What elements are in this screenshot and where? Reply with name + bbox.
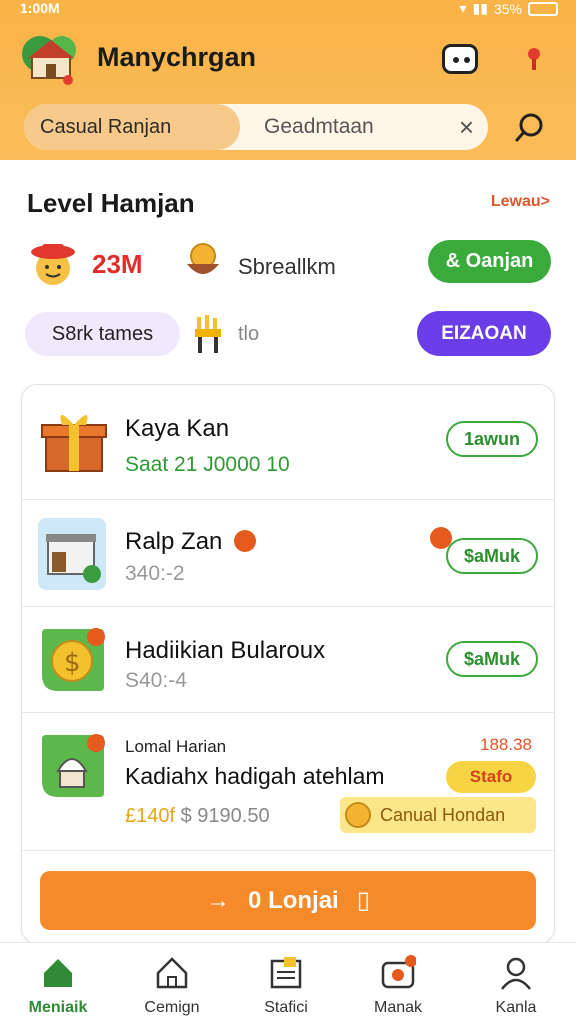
item-title: Kaya Kan	[125, 415, 230, 442]
nav-fourth[interactable]: Manak	[348, 943, 448, 1024]
cupcake-icon	[42, 734, 105, 797]
search-icon[interactable]	[512, 110, 548, 146]
nav-label: Stafici	[264, 999, 308, 1016]
stat-value: 23M	[92, 249, 143, 279]
home-icon	[44, 959, 72, 987]
status-button[interactable]: Stafo	[446, 761, 536, 793]
cta-label: 0 Lonjai	[248, 886, 339, 914]
list-item[interactable]: Lomal Harian 188.38 Kadiahx hadigah ateh…	[22, 713, 554, 851]
bottom-nav: Meniaik Cemign Stafici Manak Kanla	[0, 942, 576, 1024]
item-amount: 188.38	[480, 735, 532, 754]
svg-text:$: $	[64, 648, 81, 678]
promo-tag[interactable]: Canual Hondan	[340, 797, 536, 833]
coin-pot-icon	[187, 243, 219, 274]
see-all-link[interactable]: Lewau>	[491, 193, 550, 211]
buy-button[interactable]: $aMuk	[446, 538, 538, 574]
profile-icon	[501, 957, 531, 990]
app-header: 1:00M ▾ ▮▮ 35% Manychrgan Casual Ranjan …	[0, 0, 576, 160]
list-icon	[270, 957, 302, 989]
pin-icon[interactable]	[524, 44, 544, 74]
status-right: ▾ ▮▮ 35%	[460, 0, 558, 17]
nav-label: Cemign	[144, 999, 200, 1016]
shop-icon	[38, 518, 106, 590]
claim-button[interactable]: 1awun	[446, 421, 538, 457]
action-button[interactable]: EIZAOAN	[417, 311, 551, 356]
tab-second[interactable]: Geadmtaan	[242, 104, 442, 150]
section-title: Level Hamjan	[27, 188, 195, 218]
info-text: tlo	[238, 323, 260, 345]
status-time: 1:00M	[20, 0, 60, 16]
close-icon[interactable]: ×	[459, 112, 474, 143]
coin-pot-icon	[345, 802, 371, 828]
list-item[interactable]: Kaya Kan Saat 21 J0000 10 1awun	[22, 385, 554, 500]
nav-label: Manak	[373, 999, 423, 1016]
cta-suffix-icon: ▯	[356, 887, 370, 914]
chat-icon[interactable]	[442, 44, 478, 74]
nav-label: Meniaik	[28, 999, 88, 1016]
battery-label: 35%	[493, 0, 522, 17]
item-title: Hadiikian Bularoux	[125, 637, 326, 664]
item-title: Kadiahx hadigah atehlam	[125, 763, 385, 789]
join-button[interactable]: & Oanjan	[428, 240, 551, 283]
house-logo-icon	[22, 36, 76, 85]
house-outline-icon	[156, 957, 188, 989]
tab-bar: Casual Ranjan Geadmtaan ×	[24, 104, 488, 150]
item-subtitle: Saat 21 J0000 10	[125, 453, 290, 476]
stat-label: Sbreallkm	[238, 254, 336, 279]
buy-button[interactable]: $aMuk	[446, 641, 538, 677]
app-title: Manychrgan	[97, 42, 257, 72]
gift-box-icon	[41, 415, 107, 472]
nav-profile[interactable]: Kanla	[466, 943, 566, 1024]
battery-icon	[528, 1, 558, 16]
category-pill[interactable]: S8rk tames	[25, 312, 180, 356]
alert-badge-icon	[234, 530, 256, 552]
arrow-right-icon: →	[206, 886, 231, 914]
list-item[interactable]: Ralp Zan 340:-2 $aMuk	[22, 500, 554, 607]
signal-icon: ▮▮	[472, 0, 488, 16]
avatar-face-icon	[31, 244, 75, 285]
nav-second[interactable]: Cemign	[122, 943, 222, 1024]
item-subtitle: 340:-2	[125, 562, 185, 585]
fries-icon	[195, 315, 221, 353]
price-value: $ 9190.50	[180, 805, 270, 827]
camera-icon	[381, 955, 416, 989]
primary-cta-button[interactable]: → 0 Lonjai ▯	[40, 871, 536, 930]
item-subtitle: S40:-4	[125, 669, 187, 692]
price-prefix: £140f	[125, 805, 176, 827]
reward-list-card: Kaya Kan Saat 21 J0000 10 1awun Ralp Zan…	[21, 384, 555, 944]
list-item[interactable]: $ Hadiikian Bularoux S40:-4 $aMuk	[22, 607, 554, 713]
item-title: Ralp Zan	[125, 528, 223, 555]
item-label: Lomal Harian	[125, 737, 227, 756]
item-price: £140f $ 9190.50	[125, 805, 270, 828]
tab-casual[interactable]: Casual Ranjan	[24, 104, 240, 150]
nav-label: Kanla	[495, 999, 537, 1016]
wifi-icon: ▾	[459, 0, 467, 16]
status-bar: 1:00M ▾ ▮▮ 35%	[0, 0, 576, 18]
nav-home[interactable]: Meniaik	[8, 943, 108, 1024]
promo-label: Canual Hondan	[380, 804, 506, 825]
coin-icon: $	[42, 628, 105, 691]
nav-third[interactable]: Stafici	[236, 943, 336, 1024]
